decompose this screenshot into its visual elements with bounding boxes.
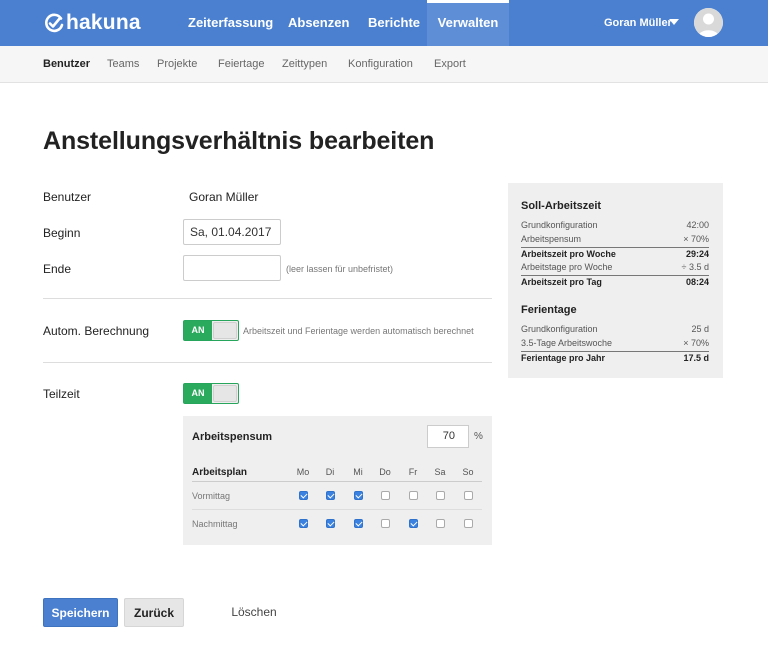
delete-button[interactable]: Löschen xyxy=(224,598,284,627)
subnav-benutzer[interactable]: Benutzer xyxy=(43,46,90,82)
summary-row-value: × 70% xyxy=(683,338,709,348)
end-date-input[interactable] xyxy=(183,255,281,281)
row-label-vormittag: Vormittag xyxy=(192,491,231,501)
auto-calc-toggle[interactable]: AN xyxy=(183,320,239,341)
logo-text: hakuna xyxy=(66,11,141,34)
summary-row-value: ÷ 3.5 d xyxy=(681,262,709,272)
toggle-knob xyxy=(213,385,237,402)
workday-checkbox[interactable] xyxy=(326,519,335,528)
nav-berichte[interactable]: Berichte xyxy=(368,0,420,46)
parttime-label: Teilzeit xyxy=(43,387,80,401)
caret-down-icon[interactable] xyxy=(669,19,679,25)
summary-row: Arbeitstage pro Woche ÷ 3.5 d xyxy=(521,261,709,275)
summary-row-label: Grundkonfiguration xyxy=(521,220,598,230)
summary-row: Arbeitszeit pro Woche 29:24 xyxy=(521,247,709,261)
day-header: Di xyxy=(325,467,335,477)
toggle-on-label: AN xyxy=(184,321,212,340)
summary-row-label: Grundkonfiguration xyxy=(521,324,598,334)
summary-panel: Soll-Arbeitszeit Grundkonfiguration 42:0… xyxy=(508,183,723,378)
summary-row-label: Arbeitstage pro Woche xyxy=(521,262,613,272)
day-header: Sa xyxy=(434,467,446,477)
summary-row-value: 25 d xyxy=(691,324,709,334)
avatar[interactable] xyxy=(694,8,723,37)
end-label: Ende xyxy=(43,262,72,276)
summary-row-label: Arbeitspensum xyxy=(521,234,582,244)
auto-calc-hint: Arbeitszeit und Ferientage werden automa… xyxy=(243,326,474,336)
workday-checkbox[interactable] xyxy=(436,491,445,500)
day-header: Mi xyxy=(353,467,363,477)
summary-row-label: 3.5-Tage Arbeitswoche xyxy=(521,338,613,348)
pensum-unit: % xyxy=(474,431,483,442)
workday-checkbox[interactable] xyxy=(326,491,335,500)
summary-row-label: Arbeitszeit pro Woche xyxy=(521,249,616,259)
nav-absenzen[interactable]: Absenzen xyxy=(288,0,349,46)
nav-verwalten[interactable]: Verwalten xyxy=(427,0,509,46)
summary-row: Grundkonfiguration 25 d xyxy=(521,323,709,337)
summary-row-value: 17.5 d xyxy=(683,353,709,363)
save-button[interactable]: Speichern xyxy=(43,598,118,627)
day-header: Fr xyxy=(408,467,418,477)
start-label: Beginn xyxy=(43,226,81,240)
start-date-input[interactable]: Sa, 01.04.2017 xyxy=(183,219,281,245)
summary-row-value: × 70% xyxy=(683,234,709,244)
day-header: Mo xyxy=(296,467,310,477)
subnav-projekte[interactable]: Projekte xyxy=(157,46,197,82)
workday-checkbox[interactable] xyxy=(354,491,363,500)
back-button[interactable]: Zurück xyxy=(124,598,184,627)
workday-checkbox[interactable] xyxy=(299,519,308,528)
summary-row: 3.5-Tage Arbeitswoche × 70% xyxy=(521,337,709,351)
subnav-konfiguration[interactable]: Konfiguration xyxy=(348,46,413,82)
pensum-input[interactable]: 70 xyxy=(427,425,469,448)
row-label-nachmittag: Nachmittag xyxy=(192,519,238,529)
nav-zeiterfassung[interactable]: Zeiterfassung xyxy=(188,0,273,46)
toggle-on-label: AN xyxy=(184,384,212,403)
workday-checkbox[interactable] xyxy=(354,519,363,528)
user-label: Benutzer xyxy=(43,190,92,204)
divider xyxy=(43,362,492,363)
day-header: Do xyxy=(379,467,391,477)
user-value: Goran Müller xyxy=(189,190,259,204)
workday-checkbox[interactable] xyxy=(381,519,390,528)
subnav-teams[interactable]: Teams xyxy=(107,46,139,82)
summary-row-label: Arbeitszeit pro Tag xyxy=(521,277,602,287)
sub-navigation-bar: Benutzer Teams Projekte Feiertage Zeitty… xyxy=(0,46,768,83)
top-navigation-bar: hakuna Zeiterfassung Absenzen Berichte V… xyxy=(0,0,768,46)
ferien-title: Ferientage xyxy=(521,304,577,316)
work-plan-label: Arbeitsplan xyxy=(192,467,248,478)
subnav-export[interactable]: Export xyxy=(434,46,466,82)
subnav-feiertage[interactable]: Feiertage xyxy=(218,46,264,82)
summary-row-value: 08:24 xyxy=(685,277,709,287)
summary-row: Arbeitspensum × 70% xyxy=(521,233,709,247)
pensum-label: Arbeitspensum xyxy=(192,431,273,443)
soll-title: Soll-Arbeitszeit xyxy=(521,200,602,212)
logo-check-icon xyxy=(45,13,64,33)
workday-checkbox[interactable] xyxy=(299,491,308,500)
summary-row-value: 29:24 xyxy=(685,249,709,259)
workday-checkbox[interactable] xyxy=(409,491,418,500)
workday-checkbox[interactable] xyxy=(381,491,390,500)
toggle-knob xyxy=(213,322,237,339)
workday-checkbox[interactable] xyxy=(464,519,473,528)
end-date-hint: (leer lassen für unbefristet) xyxy=(286,264,394,274)
user-menu-name[interactable]: Goran Müller xyxy=(604,0,672,46)
summary-row-label: Ferientage pro Jahr xyxy=(521,353,606,363)
user-avatar-icon xyxy=(694,8,723,37)
summary-row: Arbeitszeit pro Tag 08:24 xyxy=(521,275,709,289)
hakuna-logo[interactable]: hakuna xyxy=(43,11,141,35)
table-divider xyxy=(192,509,482,510)
subnav-zeittypen[interactable]: Zeittypen xyxy=(282,46,327,82)
divider xyxy=(43,298,492,299)
auto-calc-label: Autom. Berechnung xyxy=(43,324,150,338)
table-divider xyxy=(192,481,482,482)
parttime-toggle[interactable]: AN xyxy=(183,383,239,404)
parttime-panel: Arbeitspensum 70 % Arbeitsplan Mo Di Mi … xyxy=(183,416,492,545)
page-title: Anstellungsverhältnis bearbeiten xyxy=(43,127,435,155)
workday-checkbox[interactable] xyxy=(464,491,473,500)
summary-row: Ferientage pro Jahr 17.5 d xyxy=(521,351,709,365)
summary-row-value: 42:00 xyxy=(686,220,709,230)
summary-row: Grundkonfiguration 42:00 xyxy=(521,219,709,233)
workday-checkbox[interactable] xyxy=(436,519,445,528)
day-header: So xyxy=(462,467,474,477)
workday-checkbox[interactable] xyxy=(409,519,418,528)
